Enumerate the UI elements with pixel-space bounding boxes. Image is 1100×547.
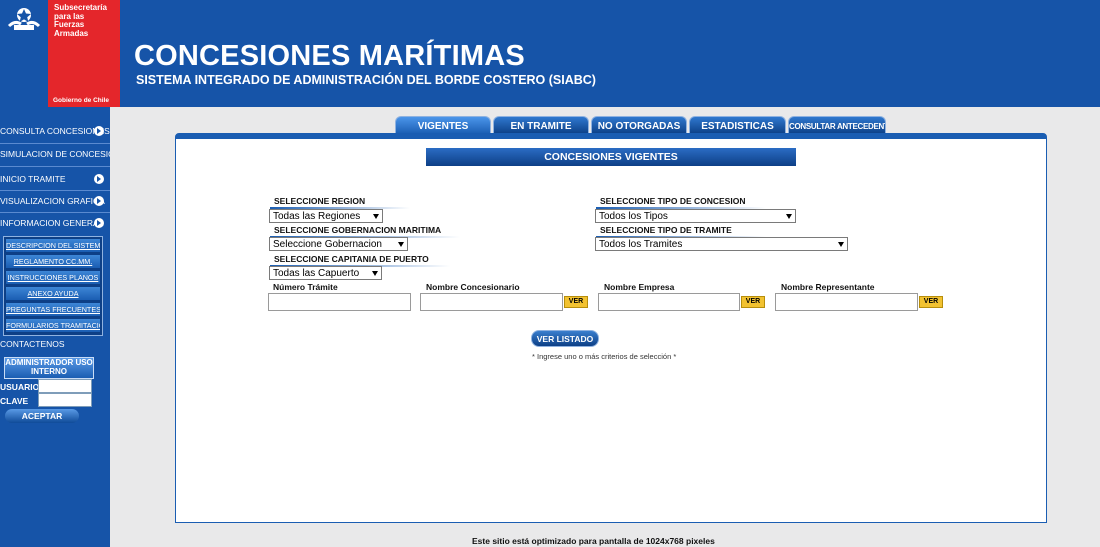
tipo-tramite-label: SELECCIONE TIPO DE TRAMITE xyxy=(596,225,766,238)
tipo-concesion-label: SELECCIONE TIPO DE CONCESION xyxy=(596,196,766,209)
tipo-tramite-select-value: Todos los Tramites xyxy=(599,239,683,250)
tipo-concesion-label-text: SELECCIONE TIPO DE CONCESION xyxy=(600,196,746,206)
sidebar-item-label: SIMULACION DE CONCESION xyxy=(0,149,110,159)
chevron-down-icon xyxy=(838,242,844,247)
chevron-down-icon xyxy=(373,214,379,219)
tipo-tramite-select[interactable]: Todos los Tramites xyxy=(595,237,848,251)
chevron-down-icon xyxy=(786,214,792,219)
representante-input[interactable] xyxy=(775,293,918,311)
capitania-label-text: SELECCIONE CAPITANIA DE PUERTO xyxy=(274,254,429,264)
region-select[interactable]: Todas las Regiones xyxy=(269,209,383,223)
region-label: SELECCIONE REGION xyxy=(270,196,410,209)
tab-consultar-antecedentes[interactable]: CONSULTAR ANTECEDENTES xyxy=(788,116,886,134)
region-select-value: Todas las Regiones xyxy=(273,211,361,222)
chevron-down-icon xyxy=(372,271,378,276)
user-label: USUARIO xyxy=(0,382,40,392)
sidebar-item-label: VISUALIZACION GRAFICA xyxy=(0,196,105,206)
concesionario-input[interactable] xyxy=(420,293,563,311)
empresa-input[interactable] xyxy=(598,293,740,311)
arrow-circle-icon xyxy=(94,126,104,136)
key-label: CLAVE xyxy=(0,396,29,406)
empresa-label: Nombre Empresa xyxy=(604,282,675,292)
user-input[interactable] xyxy=(38,379,92,393)
sidebar-item-inicio-tramite[interactable]: INICIO TRAMITE xyxy=(0,169,110,189)
tipo-tramite-label-text: SELECCIONE TIPO DE TRAMITE xyxy=(600,225,732,235)
submenu-preguntas[interactable]: PREGUNTAS FRECUENTES xyxy=(6,303,100,316)
key-input[interactable] xyxy=(38,393,92,407)
chile-coat-of-arms-icon xyxy=(0,0,48,107)
submenu-anexo[interactable]: ANEXO AYUDA xyxy=(6,287,100,300)
gov-label: Gobierno de Chile xyxy=(53,97,109,104)
sidebar-item-contactenos[interactable]: CONTACTENOS xyxy=(0,334,110,354)
submenu-instrucciones[interactable]: INSTRUCCIONES PLANOS xyxy=(6,271,100,284)
site-header: Subsecretaría para las Fuerzas Armadas G… xyxy=(0,0,1100,107)
arrow-circle-icon xyxy=(94,218,104,228)
gobernacion-select[interactable]: Seleccione Gobernacion xyxy=(269,237,408,251)
capitania-select[interactable]: Todas las Capuerto xyxy=(269,266,382,280)
ver-concesionario-button[interactable]: VER xyxy=(564,296,588,308)
sidebar-item-informacion-general[interactable]: INFORMACION GENERAL xyxy=(0,213,110,233)
concesionario-label: Nombre Concesionario xyxy=(426,282,520,292)
sidebar-item-label: INICIO TRAMITE xyxy=(0,174,66,184)
capitania-select-value: Todas las Capuerto xyxy=(273,268,360,279)
main-panel xyxy=(175,133,1047,523)
divider xyxy=(0,166,110,167)
submenu-reglamento[interactable]: REGLAMENTO CC.MM. xyxy=(6,255,100,268)
sidebar-item-label: CONTACTENOS xyxy=(0,339,65,349)
gov-brand-block: Subsecretaría para las Fuerzas Armadas G… xyxy=(48,0,120,107)
tab-vigentes[interactable]: VIGENTES xyxy=(395,116,491,134)
gobernacion-label-text: SELECCIONE GOBERNACION MARITIMA xyxy=(274,225,442,235)
arrow-circle-icon xyxy=(94,196,104,206)
sidebar-item-visualizacion[interactable]: VISUALIZACION GRAFICA xyxy=(0,191,110,211)
ver-representante-button[interactable]: VER xyxy=(919,296,943,308)
page-subtitle: SISTEMA INTEGRADO DE ADMINISTRACIÓN DEL … xyxy=(136,73,596,87)
sidebar-item-simulacion[interactable]: SIMULACION DE CONCESION xyxy=(0,144,110,164)
capitania-label: SELECCIONE CAPITANIA DE PUERTO xyxy=(270,254,450,267)
sidebar-item-label: INFORMACION GENERAL xyxy=(0,218,104,228)
ver-empresa-button[interactable]: VER xyxy=(741,296,765,308)
ver-listado-button[interactable]: VER LISTADO xyxy=(531,330,599,347)
chevron-down-icon xyxy=(398,242,404,247)
representante-label: Nombre Representante xyxy=(781,282,875,292)
page-title: CONCESIONES MARÍTIMAS xyxy=(134,40,525,72)
gobernacion-select-value: Seleccione Gobernacion xyxy=(273,239,382,250)
tab-no-otorgadas[interactable]: NO OTORGADAS xyxy=(591,116,687,134)
info-submenu: DESCRIPCION DEL SISTEMA REGLAMENTO CC.MM… xyxy=(3,236,103,336)
tipo-concesion-select-value: Todos los Tipos xyxy=(599,211,668,222)
admin-login-title: ADMINISTRADOR USO INTERNO xyxy=(4,357,94,379)
submenu-formularios[interactable]: FORMULARIOS TRAMITACION xyxy=(6,319,100,332)
agency-name: Subsecretaría para las Fuerzas Armadas xyxy=(54,3,107,38)
footer-note: Este sitio está optimizado para pantalla… xyxy=(472,536,715,546)
panel-title: CONCESIONES VIGENTES xyxy=(426,148,796,166)
sidebar-item-consulta-concesiones[interactable]: CONSULTA CONCESIONES xyxy=(0,121,110,141)
tab-estadisticas[interactable]: ESTADISTICAS xyxy=(689,116,786,134)
accept-button[interactable]: ACEPTAR xyxy=(5,409,79,423)
numero-tramite-input[interactable] xyxy=(268,293,411,311)
numero-tramite-label: Número Trámite xyxy=(273,282,338,292)
gobernacion-label: SELECCIONE GOBERNACION MARITIMA xyxy=(270,225,460,238)
arrow-circle-icon xyxy=(94,174,104,184)
tipo-concesion-select[interactable]: Todos los Tipos xyxy=(595,209,796,223)
selection-hint: * Ingrese uno o más criterios de selecci… xyxy=(532,352,677,361)
tab-en-tramite[interactable]: EN TRAMITE xyxy=(493,116,589,134)
submenu-descripcion[interactable]: DESCRIPCION DEL SISTEMA xyxy=(6,239,100,252)
region-label-text: SELECCIONE REGION xyxy=(274,196,366,206)
